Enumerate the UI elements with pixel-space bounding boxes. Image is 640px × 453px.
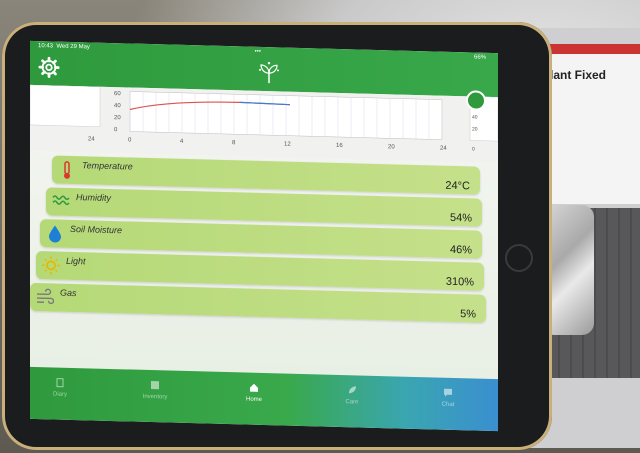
y-tick-label: 40 bbox=[114, 103, 121, 109]
x-tick-label: 16 bbox=[336, 143, 343, 149]
laptop-screen-heading: Plant Fixed bbox=[542, 68, 607, 82]
tab-care[interactable]: Care bbox=[322, 385, 382, 407]
right-partial-x-tick: 0 bbox=[472, 146, 475, 152]
sensor-chart-carousel[interactable]: 24 6040200 04812162024 60 40 20 0 bbox=[30, 84, 498, 164]
home-icon bbox=[250, 383, 258, 392]
status-time: 10:43 Wed 29 May bbox=[38, 43, 90, 51]
sensor-value: 54% bbox=[449, 211, 472, 225]
chart-left-partial: 24 bbox=[30, 84, 101, 143]
gear-icon[interactable] bbox=[38, 56, 60, 79]
right-y-tick: 40 bbox=[472, 114, 478, 120]
y-tick-label: 60 bbox=[114, 91, 121, 97]
droplet-icon bbox=[49, 225, 61, 243]
sensor-value: 24°C bbox=[445, 179, 470, 193]
profile-icon[interactable] bbox=[466, 90, 486, 111]
x-tick-label: 0 bbox=[128, 137, 132, 143]
sensor-value: 310% bbox=[445, 275, 474, 289]
x-tick-label: 4 bbox=[180, 139, 184, 145]
leaf-icon bbox=[349, 386, 356, 394]
multitask-dots[interactable]: ••• bbox=[255, 49, 261, 55]
sensor-label: Temperature bbox=[82, 160, 133, 172]
right-y-tick: 20 bbox=[472, 126, 478, 132]
x-tick-label: 12 bbox=[284, 142, 291, 148]
tab-chat[interactable]: Chat bbox=[418, 387, 478, 409]
chat-icon bbox=[444, 388, 452, 397]
sensor-label: Light bbox=[66, 255, 86, 267]
document-icon bbox=[56, 378, 64, 388]
chart-main: 60 40 20 0 0 4 8 12 16 20 24 bbox=[114, 91, 447, 152]
tab-label: Care bbox=[345, 399, 359, 406]
archive-icon bbox=[151, 381, 159, 390]
x-tick-label: 24 bbox=[440, 146, 447, 152]
y-tick-label: 0 bbox=[114, 127, 118, 133]
sensor-label: Humidity bbox=[76, 192, 112, 203]
y-tick-label: 20 bbox=[114, 115, 121, 121]
x-tick-label: 20 bbox=[388, 144, 395, 150]
wind-icon bbox=[37, 288, 54, 305]
chart-svg: 24 6040200 04812162024 60 40 20 0 bbox=[30, 84, 498, 153]
sun-icon bbox=[42, 256, 60, 275]
sensor-label: Soil Moisture bbox=[70, 223, 123, 236]
sensor-value: 46% bbox=[449, 243, 472, 257]
app-screen: 10:43 Wed 29 May ••• 66% 24 60 40 20 0 0… bbox=[30, 40, 498, 432]
x-tick-label: 8 bbox=[232, 140, 236, 146]
tab-inventory[interactable]: Inventory bbox=[125, 379, 185, 401]
tab-label: Home bbox=[245, 396, 262, 403]
tablet-home-button[interactable] bbox=[505, 244, 533, 272]
battery-indicator: 66% bbox=[473, 54, 486, 61]
tab-label: Diary bbox=[52, 391, 67, 398]
sensor-value: 5% bbox=[460, 308, 476, 321]
left-partial-x-tick: 24 bbox=[88, 136, 95, 142]
tab-label: Inventory bbox=[142, 393, 168, 401]
tab-home[interactable]: Home bbox=[224, 382, 284, 404]
waves-icon bbox=[52, 195, 70, 206]
tab-diary[interactable]: Diary bbox=[30, 377, 90, 399]
tab-label: Chat bbox=[441, 401, 455, 408]
plant-logo-icon bbox=[259, 61, 279, 84]
sensor-label: Gas bbox=[60, 287, 77, 299]
thermometer-icon bbox=[64, 161, 70, 179]
